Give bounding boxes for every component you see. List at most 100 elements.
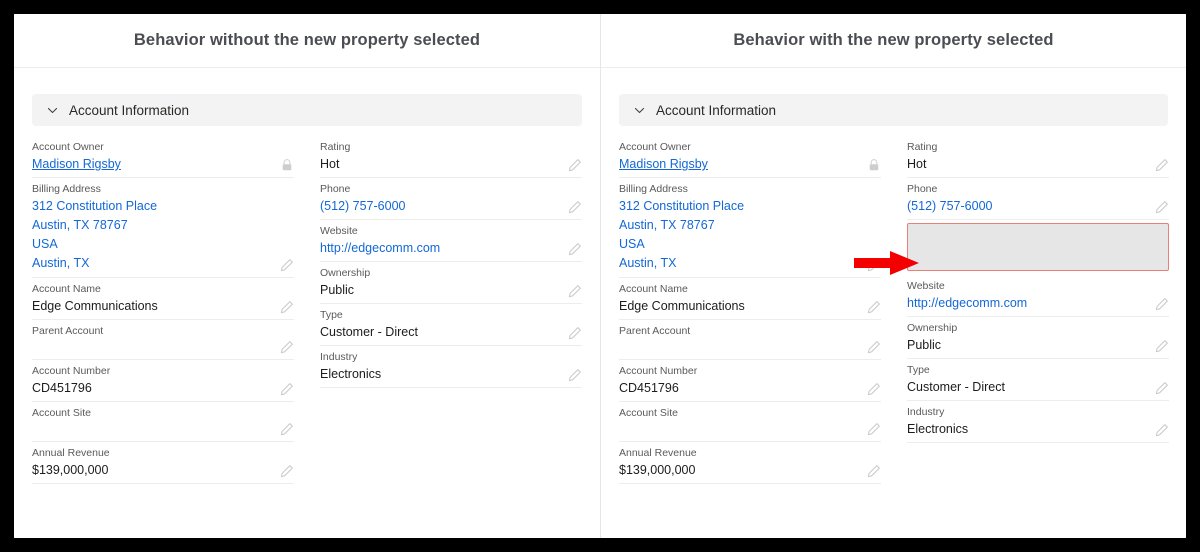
detail-field[interactable]: Type Customer - Direct bbox=[320, 304, 582, 346]
field-label: Type bbox=[320, 309, 343, 321]
field-value[interactable]: Edge Communications bbox=[32, 297, 272, 315]
field-value[interactable]: CD451796 bbox=[32, 379, 272, 397]
detail-field[interactable]: Phone (512) 757-6000 bbox=[320, 178, 582, 220]
detail-field[interactable]: Account Owner Madison Rigsby bbox=[32, 136, 294, 178]
field-value bbox=[619, 421, 859, 437]
chevron-down-icon[interactable] bbox=[46, 104, 59, 117]
pencil-icon[interactable] bbox=[1155, 339, 1169, 353]
detail-field[interactable]: Account Number CD451796 bbox=[32, 360, 294, 402]
detail-field[interactable]: Type Customer - Direct bbox=[907, 359, 1169, 401]
detail-field[interactable]: Account Owner Madison Rigsby bbox=[619, 136, 881, 178]
pencil-icon[interactable] bbox=[568, 200, 582, 214]
field-label: Account Name bbox=[619, 283, 688, 295]
field-value[interactable]: Public bbox=[907, 336, 1147, 354]
field-value[interactable]: Electronics bbox=[907, 420, 1147, 438]
detail-field[interactable]: Industry Electronics bbox=[907, 401, 1169, 443]
detail-field[interactable]: Ownership Public bbox=[907, 317, 1169, 359]
detail-field[interactable]: Parent Account bbox=[32, 320, 294, 360]
pencil-icon[interactable] bbox=[867, 300, 881, 314]
field-label: Account Number bbox=[32, 365, 111, 377]
pencil-icon[interactable] bbox=[280, 382, 294, 396]
lock-icon bbox=[867, 158, 881, 172]
pencil-icon[interactable] bbox=[568, 368, 582, 382]
field-value[interactable]: CD451796 bbox=[619, 379, 859, 397]
field-value[interactable]: Hot bbox=[907, 155, 1147, 173]
detail-field[interactable]: Website http://edgecomm.com bbox=[320, 220, 582, 262]
field-value[interactable]: Public bbox=[320, 281, 560, 299]
field-value[interactable]: Madison Rigsby bbox=[32, 155, 272, 173]
field-label: Annual Revenue bbox=[32, 447, 110, 459]
field-value[interactable]: 312 Constitution Place Austin, TX 78767 US… bbox=[32, 197, 272, 273]
comparison-panels: Behavior without the new property select… bbox=[14, 14, 1186, 538]
outer-frame: Behavior without the new property select… bbox=[0, 0, 1200, 552]
detail-field[interactable]: Phone (512) 757-6000 bbox=[907, 178, 1169, 220]
pencil-icon[interactable] bbox=[280, 258, 294, 272]
pencil-icon[interactable] bbox=[1155, 200, 1169, 214]
detail-field[interactable]: Annual Revenue $139,000,000 bbox=[32, 442, 294, 484]
detail-field[interactable]: Ownership Public bbox=[320, 262, 582, 304]
detail-field[interactable]: Account Site bbox=[32, 402, 294, 442]
pencil-icon[interactable] bbox=[867, 340, 881, 354]
field-column-right: Rating Hot Phone (512) 757-6000 Website http:… bbox=[320, 136, 582, 484]
field-label: Ownership bbox=[320, 267, 371, 279]
field-label: Website bbox=[320, 225, 358, 237]
pencil-icon[interactable] bbox=[568, 242, 582, 256]
field-label: Type bbox=[907, 364, 930, 376]
field-label: Parent Account bbox=[32, 325, 104, 337]
pencil-icon[interactable] bbox=[280, 300, 294, 314]
highlighted-empty-field[interactable] bbox=[907, 223, 1169, 271]
panel-with-property: Behavior with the new property selected … bbox=[600, 14, 1186, 538]
field-value[interactable]: $139,000,000 bbox=[32, 461, 272, 479]
field-value bbox=[32, 421, 272, 437]
field-label: Account Name bbox=[32, 283, 101, 295]
detail-field[interactable]: Billing Address 312 Constitution Place Aus… bbox=[32, 178, 294, 278]
detail-field[interactable]: Billing Address 312 Constitution Place Aus… bbox=[619, 178, 881, 278]
pencil-icon[interactable] bbox=[280, 340, 294, 354]
pencil-icon[interactable] bbox=[568, 158, 582, 172]
detail-field[interactable]: Website http://edgecomm.com bbox=[907, 275, 1169, 317]
field-value[interactable]: Electronics bbox=[320, 365, 560, 383]
field-value[interactable]: Customer - Direct bbox=[320, 323, 560, 341]
field-label: Phone bbox=[320, 183, 351, 195]
pencil-icon[interactable] bbox=[867, 464, 881, 478]
section-header-account-information[interactable]: Account Information bbox=[619, 94, 1168, 126]
field-value[interactable]: Customer - Direct bbox=[907, 378, 1147, 396]
detail-field[interactable]: Rating Hot bbox=[907, 136, 1169, 178]
field-label: Billing Address bbox=[32, 183, 101, 195]
record-detail-card: Account Information Account Owner Madison… bbox=[14, 68, 600, 484]
pencil-icon[interactable] bbox=[1155, 297, 1169, 311]
pencil-icon[interactable] bbox=[568, 284, 582, 298]
field-value[interactable]: (512) 757-6000 bbox=[907, 197, 1147, 215]
field-value[interactable]: Madison Rigsby bbox=[619, 155, 859, 173]
field-label: Website bbox=[907, 280, 945, 292]
field-value[interactable]: (512) 757-6000 bbox=[320, 197, 560, 215]
field-value[interactable]: 312 Constitution Place Austin, TX 78767 US… bbox=[619, 197, 859, 273]
field-value[interactable]: http://edgecomm.com bbox=[907, 294, 1147, 312]
detail-field[interactable]: Account Name Edge Communications bbox=[619, 278, 881, 320]
screenshot-canvas: Behavior without the new property select… bbox=[14, 14, 1186, 538]
red-right-arrow-icon bbox=[854, 250, 920, 276]
detail-field[interactable]: Parent Account bbox=[619, 320, 881, 360]
pencil-icon[interactable] bbox=[1155, 423, 1169, 437]
pencil-icon[interactable] bbox=[867, 422, 881, 436]
pencil-icon[interactable] bbox=[280, 422, 294, 436]
section-header-account-information[interactable]: Account Information bbox=[32, 94, 582, 126]
detail-field[interactable]: Account Site bbox=[619, 402, 881, 442]
field-value[interactable]: Hot bbox=[320, 155, 560, 173]
chevron-down-icon[interactable] bbox=[633, 104, 646, 117]
pencil-icon[interactable] bbox=[568, 326, 582, 340]
pencil-icon[interactable] bbox=[1155, 381, 1169, 395]
field-value[interactable]: http://edgecomm.com bbox=[320, 239, 560, 257]
detail-field[interactable]: Rating Hot bbox=[320, 136, 582, 178]
pencil-icon[interactable] bbox=[280, 464, 294, 478]
detail-field[interactable]: Annual Revenue $139,000,000 bbox=[619, 442, 881, 484]
detail-field[interactable]: Account Number CD451796 bbox=[619, 360, 881, 402]
field-value[interactable]: $139,000,000 bbox=[619, 461, 859, 479]
detail-field[interactable]: Industry Electronics bbox=[320, 346, 582, 388]
pencil-icon[interactable] bbox=[867, 382, 881, 396]
field-label: Account Owner bbox=[32, 141, 104, 153]
record-detail-card: Account Information Account Owner Madison… bbox=[601, 68, 1186, 484]
pencil-icon[interactable] bbox=[1155, 158, 1169, 172]
detail-field[interactable]: Account Name Edge Communications bbox=[32, 278, 294, 320]
field-value[interactable]: Edge Communications bbox=[619, 297, 859, 315]
